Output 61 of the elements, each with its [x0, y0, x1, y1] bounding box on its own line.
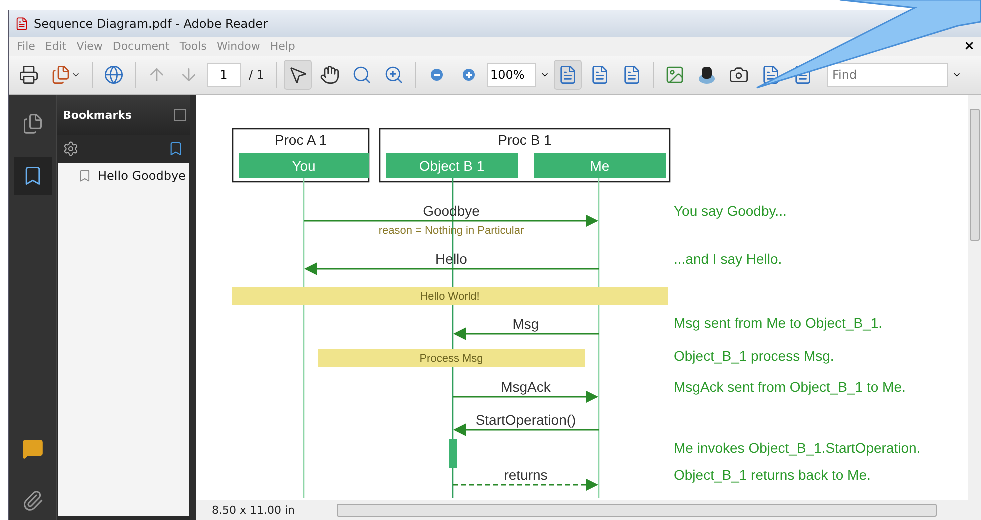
comment-text: MsgAck sent from Object_B_1 to Me.: [674, 379, 906, 395]
window-title: Sequence Diagram.pdf - Adobe Reader: [34, 16, 268, 30]
menu-item[interactable]: Tools: [174, 40, 212, 53]
minus-icon: [430, 68, 444, 82]
documents-icon: [51, 65, 71, 85]
vertical-scrollbar[interactable]: [968, 95, 981, 500]
actual-size-button[interactable]: [554, 60, 582, 90]
message-label: Msg: [512, 316, 540, 332]
bookmark-item[interactable]: Hello Goodbye: [78, 169, 189, 183]
note: Process Msg: [318, 349, 585, 367]
pdf-file-icon: [15, 16, 29, 30]
comment-text: Me invokes Object_B_1.StartOperation.: [674, 440, 921, 456]
hand-icon: [320, 65, 340, 85]
pointer-icon: [288, 65, 308, 85]
find-field[interactable]: Find: [826, 63, 948, 87]
page-number-field[interactable]: 1: [207, 63, 241, 87]
speech-bubble-icon: [22, 438, 44, 460]
page-icon: [590, 65, 610, 85]
note: Hello World!: [232, 287, 668, 305]
comment-text: Object_B_1 process Msg.: [674, 348, 834, 364]
close-button[interactable]: ×: [964, 39, 975, 54]
globe-icon: [104, 65, 124, 85]
page-icon: [760, 65, 780, 85]
plus-icon: [462, 68, 476, 82]
bookmark-icon: [78, 169, 92, 183]
stamp-icon: [698, 65, 716, 85]
settings-icon[interactable]: [63, 141, 79, 157]
activation-bar: [449, 439, 457, 468]
comment-text: You say Goodby...: [674, 203, 787, 219]
collapse-button[interactable]: [174, 109, 186, 121]
page-icon: [622, 65, 642, 85]
bookmark-icon[interactable]: [168, 141, 184, 157]
comment-text: ...and I say Hello.: [674, 251, 782, 267]
message-label: returns: [504, 467, 548, 483]
participant-box: You: [239, 153, 369, 178]
image-icon: [664, 65, 684, 85]
comment-text: Msg sent from Me to Object_B_1.: [674, 315, 883, 331]
bookmarks-tab[interactable]: [14, 157, 52, 195]
menu-item[interactable]: Window: [212, 40, 266, 53]
message-label: MsgAck: [501, 379, 551, 395]
pages-icon: [22, 113, 44, 135]
printer-icon: [19, 65, 39, 85]
menu-item[interactable]: Document: [108, 40, 175, 53]
menu-item[interactable]: File: [12, 40, 40, 53]
comment-text: Object_B_1 returns back to Me.: [674, 467, 871, 483]
participant-box: Object B 1: [386, 153, 518, 178]
menu-item[interactable]: View: [72, 40, 108, 53]
zoom-in-icon: [384, 65, 404, 85]
panel-title: Bookmarks: [63, 108, 132, 122]
select-tool-button[interactable]: [284, 60, 312, 90]
message-label: StartOperation(): [476, 412, 576, 428]
menu-item[interactable]: Help: [265, 40, 300, 53]
page-size: 8.50 x 11.00 in: [211, 504, 296, 516]
paperclip-icon: [22, 490, 44, 512]
participant-box: Me: [534, 153, 666, 178]
menu-item[interactable]: Edit: [40, 40, 72, 53]
camera-icon: [728, 65, 748, 85]
zoom-level-field[interactable]: 100%: [486, 63, 536, 87]
magnifier-icon: [352, 65, 372, 85]
page-count: / 1: [249, 68, 264, 82]
page-icon: [558, 65, 578, 85]
